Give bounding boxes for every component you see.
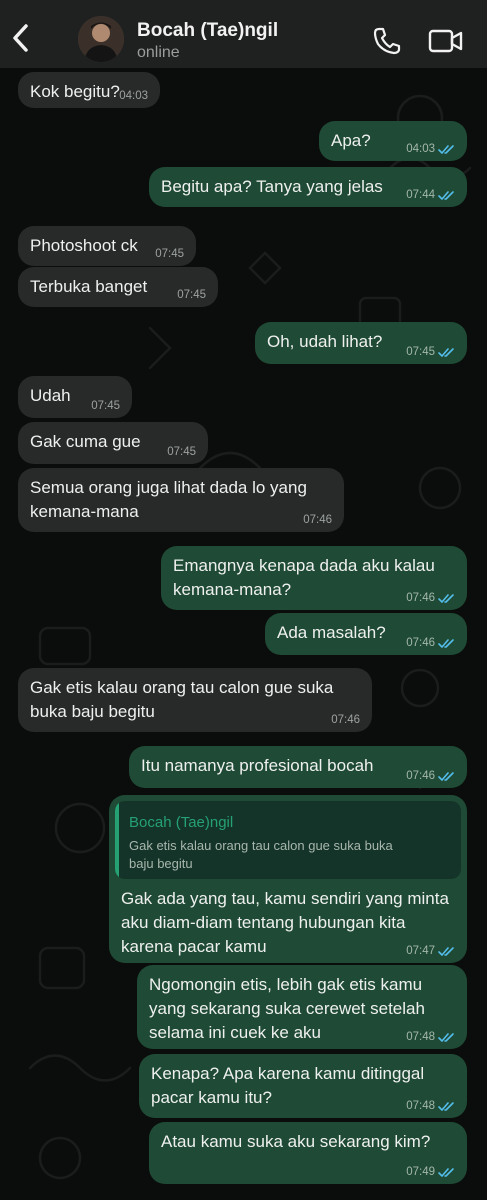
outgoing-message[interactable]: Emangnya kenapa dada aku kalau kemana-ma… [161, 546, 467, 610]
message-text: Gak etis kalau orang tau calon gue suka … [30, 678, 334, 721]
message-timestamp: 07:45 [177, 289, 206, 301]
message-text: Atau kamu suka aku sekarang kim? [161, 1132, 431, 1151]
outgoing-message[interactable]: Ada masalah? 07:46 [265, 613, 467, 655]
read-ticks-icon [438, 946, 454, 956]
outgoing-message[interactable]: Itu namanya profesional bocah 07:46 [129, 746, 467, 788]
outgoing-message[interactable]: Bocah (Tae)ngil Gak etis kalau orang tau … [109, 795, 467, 963]
read-ticks-icon [438, 771, 454, 781]
read-ticks-icon [438, 593, 454, 603]
message-timestamp: 07:46 [406, 636, 455, 650]
read-ticks-icon [438, 1167, 454, 1177]
message-timestamp: 07:45 [155, 248, 184, 260]
message-timestamp: 07:45 [167, 446, 196, 458]
read-ticks-icon [438, 347, 454, 357]
read-ticks-icon [438, 1101, 454, 1111]
incoming-message[interactable]: Photoshoot ck 07:45 [18, 226, 196, 266]
message-timestamp: 07:46 [303, 514, 332, 526]
incoming-message[interactable]: Udah 07:45 [18, 376, 132, 418]
message-text: Semua orang juga lihat dada lo yang kema… [30, 478, 307, 521]
outgoing-message[interactable]: Kenapa? Apa karena kamu ditinggal pacar … [139, 1054, 467, 1118]
chat-header: Bocah (Tae)ngil online [0, 0, 487, 68]
read-ticks-icon [438, 190, 454, 200]
outgoing-message[interactable]: Ngomongin etis, lebih gak etis kamu yang… [137, 965, 467, 1049]
message-timestamp: 07:48 [406, 1099, 455, 1113]
incoming-message[interactable]: Semua orang juga lihat dada lo yang kema… [18, 468, 344, 532]
phone-icon[interactable] [372, 26, 402, 56]
message-timestamp: 04:03 [119, 90, 148, 102]
quoted-text: Gak etis kalau orang tau calon gue suka … [129, 838, 393, 871]
incoming-message[interactable]: Gak etis kalau orang tau calon gue suka … [18, 668, 372, 732]
message-text: Gak ada yang tau, kamu sendiri yang mint… [121, 889, 449, 956]
video-camera-icon[interactable] [428, 28, 464, 54]
read-ticks-icon [438, 144, 454, 154]
quoted-reply[interactable]: Bocah (Tae)ngil Gak etis kalau orang tau … [115, 801, 461, 879]
message-list[interactable]: Kok begitu? 04:03 Apa? 04:03 Begitu apa? Tan… [0, 68, 487, 1200]
contact-status: online [137, 44, 180, 61]
outgoing-message[interactable]: Begitu apa? Tanya yang jelas 07:44 [149, 167, 467, 207]
quote-accent-bar [115, 801, 119, 879]
avatar[interactable] [78, 16, 124, 62]
read-ticks-icon [438, 638, 454, 648]
outgoing-message[interactable]: Atau kamu suka aku sekarang kim? 07:49 [149, 1122, 467, 1184]
message-timestamp: 07:44 [406, 188, 455, 202]
message-timestamp: 07:46 [406, 591, 455, 605]
incoming-message[interactable]: Terbuka banget 07:45 [18, 267, 218, 307]
message-timestamp: 04:03 [406, 142, 455, 156]
read-ticks-icon [438, 1032, 454, 1042]
message-timestamp: 07:47 [406, 944, 455, 958]
message-timestamp: 07:46 [406, 769, 455, 783]
incoming-message[interactable]: Gak cuma gue 07:45 [18, 422, 208, 464]
message-timestamp: 07:49 [406, 1165, 455, 1179]
quoted-sender: Bocah (Tae)ngil [129, 814, 234, 831]
message-timestamp: 07:45 [91, 400, 120, 412]
incoming-message[interactable]: Kok begitu? 04:03 [18, 72, 160, 108]
contact-name[interactable]: Bocah (Tae)ngil [137, 20, 278, 42]
back-chevron-icon[interactable] [6, 20, 36, 56]
message-timestamp: 07:46 [331, 714, 360, 726]
outgoing-message[interactable]: Oh, udah lihat? 07:45 [255, 322, 467, 364]
outgoing-message[interactable]: Apa? 04:03 [319, 121, 467, 161]
message-timestamp: 07:48 [406, 1030, 455, 1044]
message-timestamp: 07:45 [406, 345, 455, 359]
